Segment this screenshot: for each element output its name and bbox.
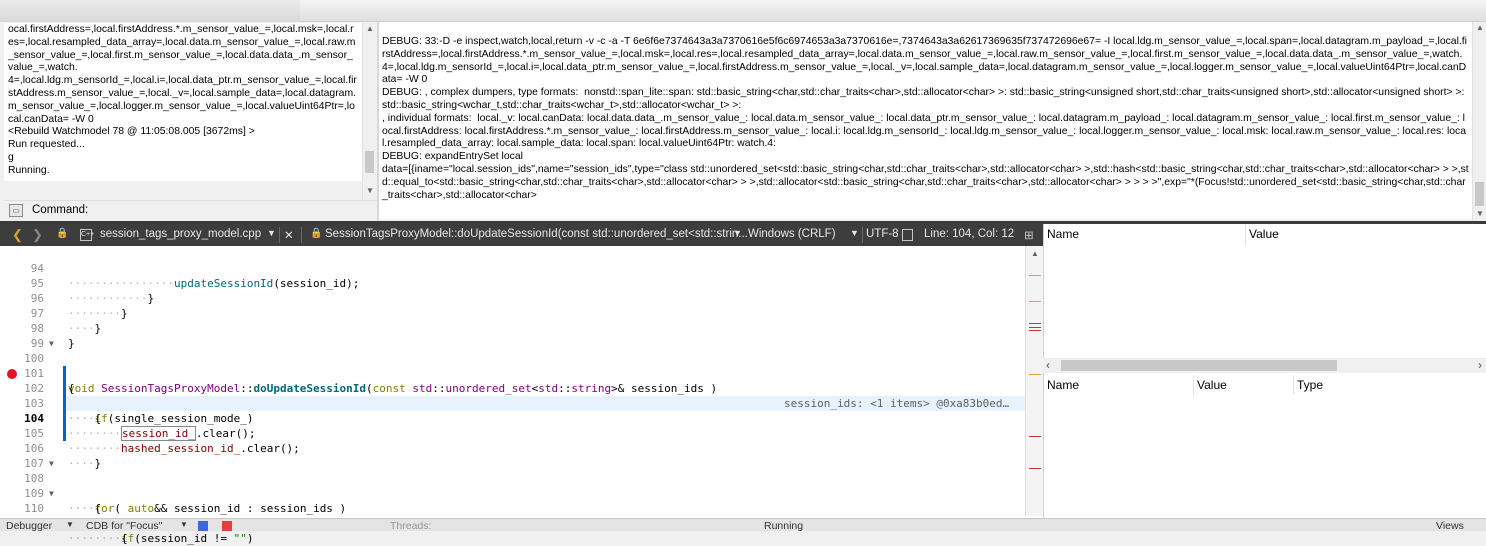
scroll-left-arrow-icon[interactable]: ‹: [1046, 358, 1050, 372]
code-line: 97 ····}: [0, 291, 1043, 335]
scroll-down-arrow-icon[interactable]: ▼: [363, 185, 377, 197]
scroll-up-arrow-icon[interactable]: ▲: [1028, 248, 1042, 260]
code-line: 103 ····{: [0, 381, 1043, 425]
log-top-margin: [379, 22, 1486, 36]
debugger-state-label: Running: [764, 520, 804, 532]
toolbar-separator: [301, 227, 302, 243]
chevron-down-icon[interactable]: ▼: [180, 520, 188, 529]
scroll-marker: [1029, 327, 1041, 328]
code-line: 99: [0, 321, 1043, 350]
chevron-down-icon[interactable]: ▼: [733, 228, 742, 238]
terminal-icon: ▭: [9, 204, 23, 217]
fold-arrow-icon[interactable]: ▼: [49, 456, 54, 471]
breakpoint-icon[interactable]: [7, 369, 17, 379]
code-token: {: [120, 532, 128, 545]
stop-icon[interactable]: [222, 521, 232, 531]
watch-panel: Name Value: [1043, 224, 1486, 373]
fold-arrow-icon[interactable]: ▼: [49, 336, 54, 351]
cpp-file-icon: C++: [80, 229, 94, 241]
scroll-thumb[interactable]: [1475, 182, 1484, 206]
scroll-down-arrow-icon[interactable]: ▼: [1473, 208, 1486, 220]
fold-arrow-icon[interactable]: ▼: [49, 486, 54, 501]
code-line: 98 }: [0, 306, 1043, 350]
code-line: 105 ········hashed_session_id_.clear();: [0, 411, 1043, 455]
chevron-down-icon[interactable]: ▼: [66, 520, 74, 529]
window-top-bar: [0, 0, 1486, 22]
scroll-marker: [1029, 330, 1041, 331]
scroll-right-arrow-icon[interactable]: ›: [1478, 358, 1482, 372]
locals-value-header[interactable]: Value: [1194, 375, 1294, 395]
scroll-marker: [1029, 374, 1041, 375]
encoding-label[interactable]: UTF-8: [866, 228, 899, 240]
top-tab[interactable]: [0, 0, 300, 22]
watch-value-header[interactable]: Value: [1246, 224, 1486, 244]
watch-horizontal-scrollbar[interactable]: ‹ ›: [1043, 358, 1486, 373]
cursor-position-label[interactable]: Line: 104, Col: 12: [924, 228, 1014, 240]
locals-name-header[interactable]: Name: [1044, 375, 1194, 395]
split-view-icon[interactable]: ⊞: [1024, 228, 1034, 242]
code-token: (session_id !=: [134, 532, 234, 545]
code-line: 110 ▼ ········if(session_id != ""): [0, 486, 1043, 545]
threads-label: Threads:: [390, 520, 432, 532]
debugger-mode-dropdown[interactable]: Debugger: [6, 520, 52, 532]
locals-panel: Name Value Type: [1043, 373, 1486, 518]
debugger-log: DEBUG: 33:-D -e inspect,watch,local,retu…: [379, 36, 1472, 219]
code-line: 106 ····}: [0, 426, 1043, 470]
code-token: "": [233, 532, 247, 545]
editor-scrollbar[interactable]: ▲: [1025, 246, 1043, 516]
chevron-down-icon[interactable]: ▼: [850, 228, 859, 238]
code-token: ): [246, 532, 254, 545]
code-line: 100 ▼ void SessionTagsProxyModel::doUpda…: [0, 336, 1043, 410]
scroll-marker: [1029, 468, 1041, 469]
scroll-marker: [1029, 436, 1041, 437]
scroll-marker: [1029, 323, 1041, 324]
code-line: 104 ········session_id_.clear();: [0, 396, 1043, 441]
lock-icon: 🔒: [56, 228, 69, 239]
code-line: 109 ····{: [0, 471, 1043, 515]
document-icon: [902, 229, 913, 241]
left-log-scrollbar[interactable]: ▲ ▼: [362, 23, 377, 200]
scroll-thumb[interactable]: [1061, 360, 1337, 371]
line-endings-dropdown[interactable]: Windows (CRLF): [748, 228, 836, 240]
toolbar-separator: [862, 227, 863, 243]
code-line: 95 ············}: [0, 261, 1043, 305]
scroll-marker: [1029, 275, 1041, 276]
debugger-output-log: ocal.firstAddress=,local.firstAddress.*.…: [4, 23, 362, 181]
close-document-icon[interactable]: ✕: [284, 228, 294, 242]
editor-toolbar: ❮ ❯ 🔒 C++ session_tags_proxy_model.cpp ▼…: [0, 224, 1043, 246]
code-line: 94 ················updateSessionId(sessi…: [0, 246, 1043, 290]
function-dropdown[interactable]: SessionTagsProxyModel::doUpdateSessionId…: [325, 228, 748, 240]
file-name-dropdown[interactable]: session_tags_proxy_model.cpp: [100, 228, 261, 240]
locals-type-header[interactable]: Type: [1294, 375, 1486, 395]
code-line: 102 ▼ ····if(single_session_mode_): [0, 366, 1043, 425]
code-line: 111 ········{: [0, 501, 1043, 545]
code-line: 108 ▼ ····for( auto&& session_id : sessi…: [0, 456, 1043, 515]
back-arrow-icon[interactable]: ❮: [12, 227, 23, 243]
code-line: 107: [0, 441, 1043, 470]
code-line: 96 ········}: [0, 276, 1043, 320]
function-symbol-icon: 🔒: [310, 228, 323, 239]
forward-arrow-icon[interactable]: ❯: [32, 227, 43, 243]
engine-dropdown[interactable]: CDB for "Focus": [86, 520, 162, 532]
status-bar: Debugger ▼ CDB for "Focus" ▼ Threads: Ru…: [0, 518, 1486, 532]
continue-icon[interactable]: [198, 521, 208, 531]
command-label: Command:: [32, 204, 89, 216]
views-button[interactable]: Views: [1436, 520, 1464, 532]
scroll-thumb[interactable]: [365, 151, 374, 173]
watch-name-header[interactable]: Name: [1044, 224, 1246, 244]
right-log-scrollbar[interactable]: ▲ ▼: [1472, 22, 1486, 221]
code-line: 101 {: [0, 351, 1043, 395]
toolbar-separator: [279, 227, 280, 243]
command-input[interactable]: [88, 201, 377, 219]
scroll-marker: [1029, 301, 1041, 302]
scroll-up-arrow-icon[interactable]: ▲: [1473, 22, 1486, 34]
fold-arrow-icon[interactable]: ▼: [49, 366, 54, 381]
chevron-down-icon[interactable]: ▼: [267, 228, 276, 238]
scroll-up-arrow-icon[interactable]: ▲: [363, 23, 377, 35]
